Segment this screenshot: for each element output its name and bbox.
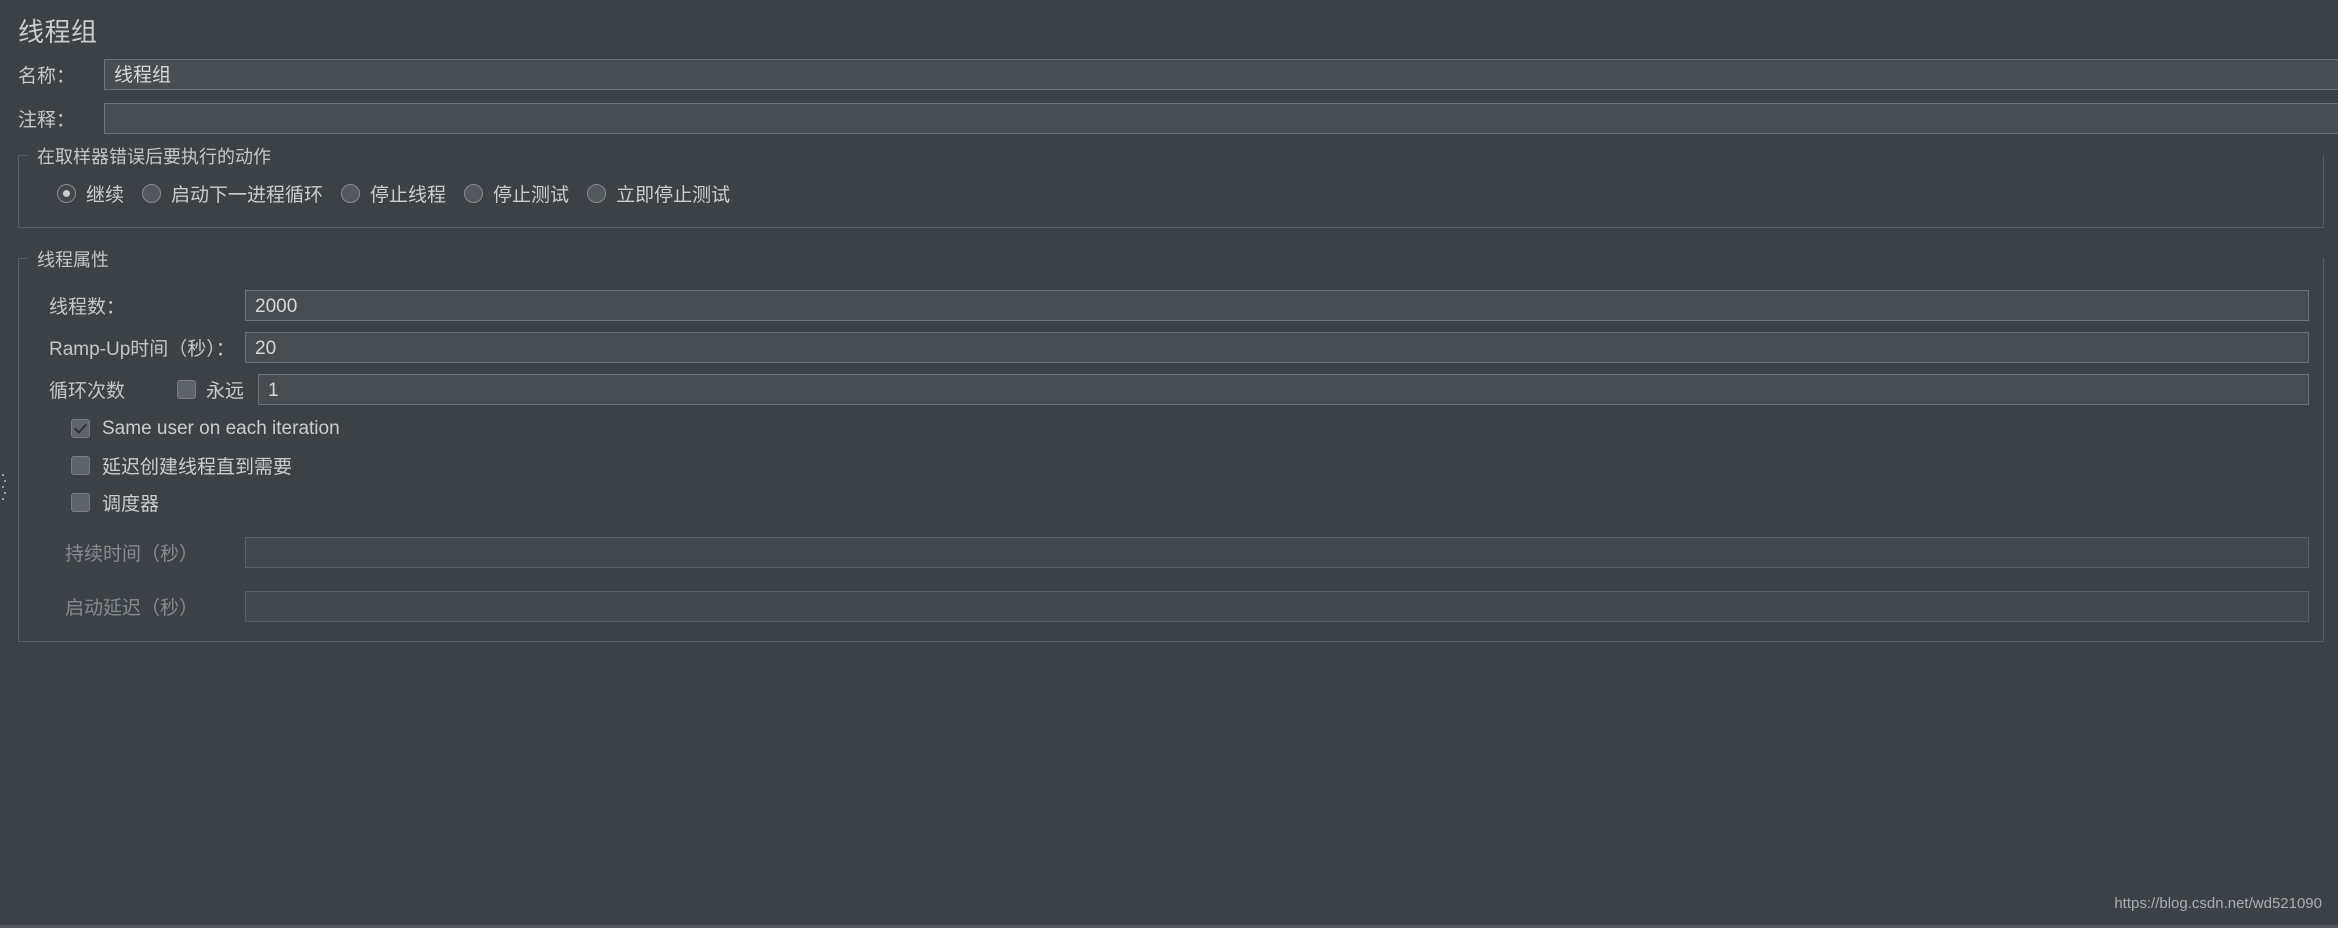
comment-row: 注释： [0, 99, 2338, 137]
scheduler-label: 调度器 [102, 494, 160, 515]
radio-option-continue[interactable]: 继续 [57, 180, 124, 207]
loop-count-input[interactable]: 1 [258, 373, 2309, 405]
thread-count-row: 线程数： 2000 [19, 284, 2323, 326]
forever-checkbox[interactable]: 永远 [177, 376, 248, 403]
checkbox-icon[interactable] [71, 419, 90, 438]
duration-input[interactable] [245, 536, 2309, 568]
same-user-row[interactable]: Same user on each iteration [19, 410, 2323, 447]
radio-option-stop-test-now[interactable]: 立即停止测试 [587, 180, 730, 207]
comment-label: 注释： [18, 109, 76, 131]
thread-count-input[interactable]: 2000 [245, 289, 2309, 321]
thread-properties-legend: 线程属性 [31, 246, 115, 272]
duration-label: 持续时间（秒） [65, 543, 199, 565]
radio-option-stop-test[interactable]: 停止测试 [464, 180, 569, 207]
radio-option-start-next-loop[interactable]: 启动下一进程循环 [142, 180, 323, 207]
page-title: 线程组 [18, 17, 98, 47]
checkbox-icon[interactable] [71, 493, 90, 512]
duration-row: 持续时间（秒） [19, 531, 2323, 573]
ramp-up-row: Ramp-Up时间（秒）： 20 [19, 326, 2323, 368]
same-user-label: Same user on each iteration [102, 417, 340, 439]
radio-label: 停止测试 [493, 184, 570, 206]
ramp-up-input[interactable]: 20 [245, 331, 2309, 363]
loop-count-row: 循环次数 永远 1 [19, 368, 2323, 410]
radio-icon[interactable] [587, 183, 607, 203]
delay-create-row[interactable]: 延迟创建线程直到需要 [19, 447, 2323, 484]
watermark: https://blog.csdn.net/wd521090 [2114, 895, 2322, 912]
error-action-group: 在取样器错误后要执行的动作 继续 启动下一进程循环 停止线程 停止测试 立即停止… [18, 143, 2324, 228]
checkbox-icon[interactable] [71, 456, 90, 475]
delay-create-label: 延迟创建线程直到需要 [102, 457, 293, 478]
radio-icon[interactable] [142, 183, 162, 203]
error-action-legend: 在取样器错误后要执行的动作 [31, 143, 277, 169]
name-row: 名称： 线程组 [0, 55, 2338, 93]
thread-properties-group: 线程属性 线程数： 2000 Ramp-Up时间（秒）： 20 循环次数 永远 … [18, 246, 2324, 642]
loop-count-label: 循环次数 [49, 380, 126, 402]
radio-icon[interactable] [57, 183, 76, 203]
ramp-up-label: Ramp-Up时间（秒）： [49, 338, 235, 360]
radio-label: 立即停止测试 [616, 184, 731, 206]
error-action-radio-row: 继续 启动下一进程循环 停止线程 停止测试 立即停止测试 [19, 173, 2323, 213]
name-label: 名称： [18, 65, 76, 87]
startup-delay-input[interactable] [245, 590, 2309, 622]
comment-input[interactable] [104, 102, 2338, 134]
scheduler-row[interactable]: 调度器 [19, 484, 2323, 521]
forever-label: 永远 [206, 380, 245, 402]
radio-label: 启动下一进程循环 [171, 184, 324, 206]
checkbox-icon[interactable] [177, 379, 196, 399]
resize-handle[interactable] [1, 470, 7, 504]
radio-label: 停止线程 [370, 184, 447, 206]
radio-icon[interactable] [464, 183, 484, 203]
radio-label: 继续 [86, 184, 125, 206]
radio-icon[interactable] [341, 183, 361, 203]
startup-delay-label: 启动延迟（秒） [65, 597, 199, 619]
thread-count-label: 线程数： [49, 296, 126, 318]
radio-option-stop-thread[interactable]: 停止线程 [341, 180, 446, 207]
name-input[interactable]: 线程组 [104, 58, 2338, 90]
startup-delay-row: 启动延迟（秒） [19, 585, 2323, 627]
